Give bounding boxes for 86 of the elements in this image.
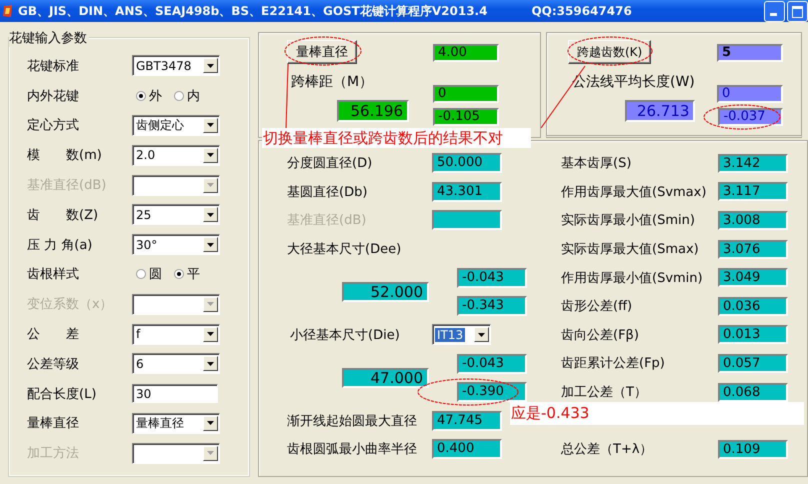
result-label: 齿距累计公差(Fp)	[561, 355, 666, 372]
dropdown[interactable]: GBT3478	[132, 55, 220, 76]
field-label: 配合长度(L)	[27, 386, 98, 403]
group-title: 花键输入参数	[9, 29, 89, 47]
result-field: 47.000	[342, 368, 429, 388]
result-field: 52.000	[342, 282, 429, 302]
field-label: 模 数(m)	[27, 147, 103, 164]
field-label: 内外花键	[27, 88, 80, 105]
dropdown[interactable]: 量棒直径	[132, 412, 220, 434]
field-label: 压 力 角(a)	[27, 236, 94, 254]
result-label: 实际齿厚最小值(Smin)	[561, 212, 696, 230]
dropdown[interactable]: 2.0	[132, 144, 220, 166]
field-label: 量棒直径	[27, 415, 80, 432]
value-field: 3.076	[718, 240, 788, 259]
field-label: 公差等级	[27, 356, 80, 373]
value-field: 0	[433, 85, 499, 103]
minimize-button[interactable]	[764, 0, 785, 22]
dropdown[interactable]: 25	[132, 204, 220, 226]
result-label: 分度圆直径(D)	[287, 155, 374, 172]
result-label: 跨棒距（M）	[291, 73, 374, 91]
result-label: 小径基本尺寸(Die)	[290, 326, 401, 344]
dropdown[interactable]: 6	[132, 353, 220, 374]
app-icon	[2, 4, 14, 18]
radio-option[interactable]: 平	[174, 265, 200, 284]
value-field: 3.049	[718, 268, 788, 288]
calc-button[interactable]: 量棒直径	[287, 40, 357, 64]
window-title: GB、JIS、DIN、ANS、SEAJ498b、BS、E22141、GOST花键计算程序V2013.4	[18, 2, 488, 20]
value-field: 3.008	[718, 210, 788, 230]
result-label: 齿向公差(Fβ)	[561, 326, 640, 344]
radio-option[interactable]: 内	[174, 86, 200, 105]
dropdown[interactable]: 齿侧定心	[132, 114, 220, 136]
input-field[interactable]: 30	[132, 384, 218, 404]
value-field: 47.745	[432, 410, 502, 431]
radio-option[interactable]: 圆	[136, 265, 162, 284]
result-label: 加工公差（T）	[561, 384, 648, 402]
annotation-note: 切换量棒直径或跨齿数后的结果不对	[262, 128, 531, 148]
value-field: 50.000	[432, 153, 502, 174]
value-field: -0.390	[457, 382, 527, 402]
value-field: -0.343	[457, 296, 527, 316]
dropdown[interactable]: f	[132, 324, 220, 345]
result-label: 基圆直径(Db)	[287, 184, 368, 201]
value-field: 3.117	[718, 182, 788, 202]
field-label: 花键标准	[27, 58, 80, 75]
value-field: 3.142	[718, 154, 788, 173]
dropdown[interactable]: IT13	[432, 324, 491, 346]
value-field: 0.400	[432, 439, 502, 460]
window-title: QQ:359647476	[531, 4, 632, 18]
value-field: 0.057	[718, 354, 788, 373]
field-label: 公 差	[27, 326, 80, 344]
result-label: 齿根圆弧最小曲率半径	[287, 441, 418, 458]
value-field: 43.301	[432, 182, 502, 202]
value-field: -0.043	[457, 268, 527, 288]
field-label: 加工方法	[27, 445, 80, 462]
result-label: 基准直径(dB)	[287, 212, 368, 230]
leader-line	[540, 66, 586, 128]
value-field: 0	[717, 85, 783, 103]
result-label: 实际齿厚最大值(Smax)	[561, 241, 700, 258]
radio-option[interactable]: 外	[136, 86, 162, 105]
result-label: 渐开线起始圆最大直径	[287, 412, 418, 430]
maximize-button[interactable]	[787, 0, 808, 22]
field-label: 基准直径(dB)	[27, 177, 108, 194]
value-field: -0.105	[433, 108, 499, 126]
result-label: 作用齿厚最小值(Svmin)	[561, 270, 704, 287]
result-label: 总公差（T+λ）	[561, 441, 654, 458]
result-label: 作用齿厚最大值(Svmax)	[561, 184, 708, 201]
result-field: 56.196	[337, 100, 409, 122]
input-field[interactable]: 5	[717, 44, 783, 62]
field-label: 变位系数（x）	[27, 296, 114, 314]
annotation-note: 应是-0.433	[510, 402, 804, 425]
value-field: -0.037	[718, 108, 783, 126]
value-field: 0.109	[718, 440, 788, 459]
result-field: 26.713	[625, 100, 696, 122]
value-field: 0.068	[718, 382, 788, 402]
value-field: -0.043	[457, 354, 527, 374]
field-label: 齿根样式	[27, 266, 80, 284]
input-field[interactable]: 4.00	[433, 44, 499, 62]
result-label: 大径基本尺寸(Dee)	[287, 241, 402, 258]
dropdown[interactable]: 30°	[132, 234, 220, 256]
field-label: 齿 数(Z)	[27, 206, 100, 224]
result-label: 齿形公差(ff)	[561, 298, 634, 316]
value-field: 0.036	[718, 296, 788, 316]
leader-line	[286, 64, 288, 130]
calc-button[interactable]: 跨越齿数(K)	[568, 40, 652, 64]
value-field: 0.013	[718, 325, 788, 344]
field-label: 定心方式	[27, 117, 80, 134]
result-label: 基本齿厚(S)	[561, 155, 632, 172]
